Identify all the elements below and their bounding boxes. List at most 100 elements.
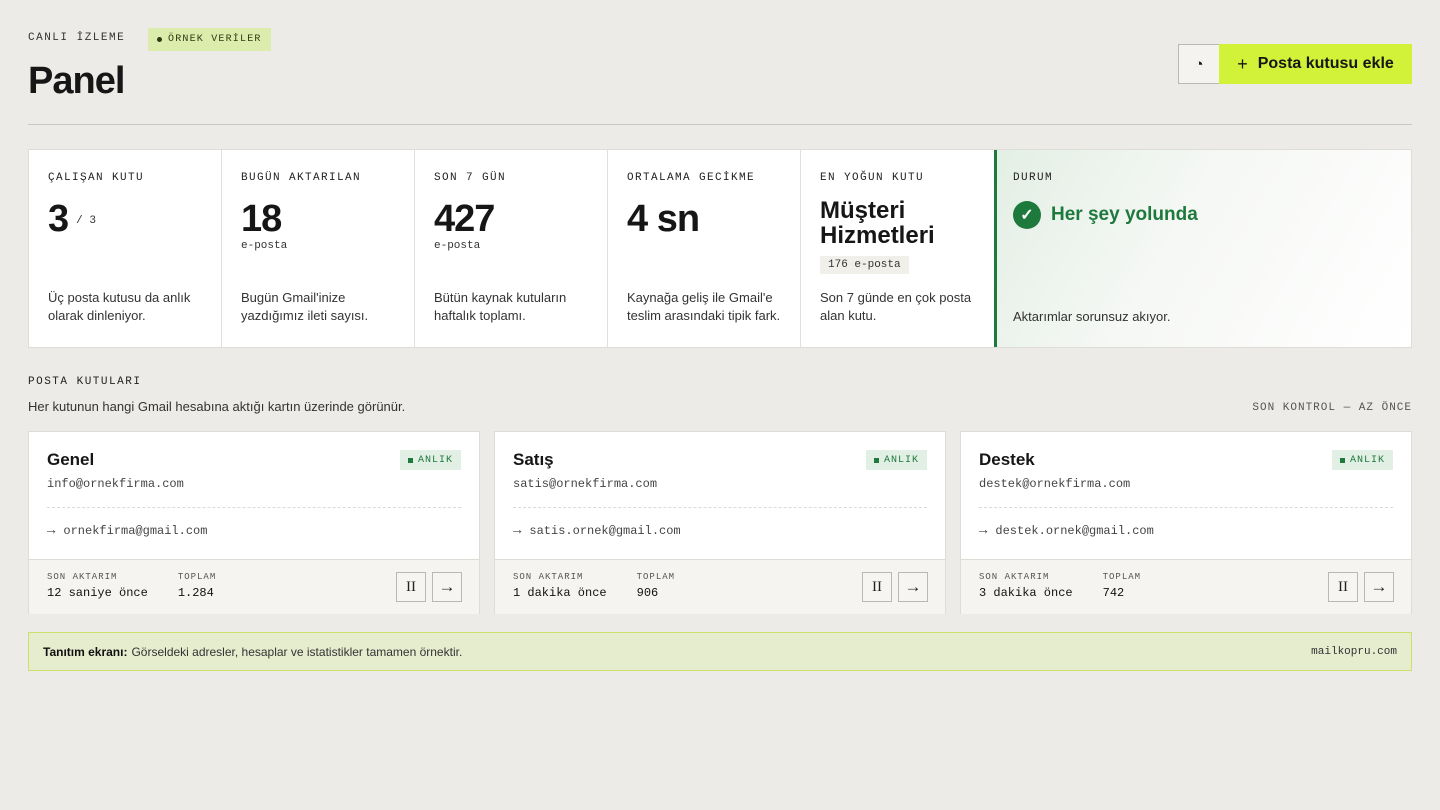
stat-label: BUGÜN AKTARILAN	[241, 172, 362, 184]
target-gmail: → ornekfirma@gmail.com	[47, 523, 461, 539]
target-email: destek.ornek@gmail.com	[995, 524, 1154, 538]
pause-button[interactable]: II	[862, 572, 892, 602]
mailbox-card-satis: Satış ANLIK satis@ornekfirma.com → satis.…	[494, 431, 946, 614]
card-header: Satış ANLIK satis@ornekfirma.com → satis.…	[495, 432, 945, 559]
total-count: TOPLAM 906	[637, 572, 675, 614]
last-transfer: SON AKTARIM 3 dakika önce	[979, 572, 1073, 614]
stat-average-latency: ORTALAMA GECİKME 4 sn Kaynağa geliş ile …	[608, 150, 801, 347]
stat-running-boxes: ÇALIŞAN KUTU 3 / 3 Üç posta kutusu da anl…	[29, 150, 222, 347]
stat-number: 3	[48, 198, 69, 240]
total-value: 906	[636, 586, 659, 600]
source-email: info@ornekfirma.com	[47, 477, 184, 491]
refresh-button[interactable]: ◔	[1178, 44, 1220, 84]
pause-icon: II	[406, 578, 416, 595]
site-domain-link[interactable]: mailkopru.com	[1311, 646, 1397, 658]
source-email: satis@ornekfirma.com	[513, 477, 658, 491]
check-circle-icon: ✓	[1013, 201, 1041, 229]
stat-value: 3 / 3	[48, 200, 202, 240]
stat-description: Bütün kaynak kutuların haftalık toplamı.	[434, 290, 567, 323]
last-transfer-label: SON AKTARIM	[513, 572, 584, 582]
sample-badge-label: ÖRNEK VERİLER	[168, 34, 262, 45]
stat-value: Müşteri Hizmetleri	[820, 197, 935, 249]
arrow-right-icon: →	[47, 523, 56, 539]
live-monitoring-label: CANLI İZLEME	[28, 32, 126, 44]
arrow-right-icon: →	[513, 523, 522, 539]
stat-description: Bugün Gmail'inize yazdığımız ileti sayıs…	[241, 290, 369, 323]
mailbox-name: Satış	[513, 450, 554, 469]
open-mailbox-button[interactable]: →	[1364, 572, 1394, 602]
card-footer: SON AKTARIM 12 saniye önce TOPLAM 1.284 …	[29, 559, 479, 614]
mailbox-card-genel: Genel ANLIK info@ornekfirma.com → ornekfi…	[28, 431, 480, 614]
section-description: Her kutunun hangi Gmail hesabına aktığı …	[28, 399, 406, 414]
mailbox-name: Genel	[47, 450, 95, 469]
card-footer: SON AKTARIM 3 dakika önce TOPLAM 742 II …	[961, 559, 1411, 614]
status-label: DURUM	[1013, 172, 1054, 184]
last-check-status: SON KONTROL — AZ ÖNCE	[1252, 402, 1412, 414]
divider	[513, 507, 927, 508]
stat-today-forwarded: BUGÜN AKTARILAN 18 e-posta Bugün Gmail'i…	[222, 150, 415, 347]
total-count: TOPLAM 1.284	[178, 572, 216, 614]
stat-denominator: / 3	[76, 214, 96, 227]
total-count: TOPLAM 742	[1103, 572, 1141, 614]
stat-label: ÇALIŞAN KUTU	[48, 172, 145, 184]
square-icon	[873, 457, 879, 463]
refresh-icon: ◔	[1194, 55, 1204, 73]
status-card: DURUM ✓ Her şey yolunda Aktarımlar sorun…	[994, 150, 1411, 347]
arrow-right-icon: →	[438, 577, 456, 596]
status-description: Aktarımlar sorunsuz akıyor.	[1013, 309, 1171, 324]
target-gmail: → destek.ornek@gmail.com	[979, 523, 1393, 539]
live-badge: ANLIK	[865, 450, 927, 470]
stats-panel: ÇALIŞAN KUTU 3 / 3 Üç posta kutusu da anl…	[28, 149, 1412, 348]
page-header: CANLI İZLEME ÖRNEK VERİLER Panel ◔ + Pos…	[28, 28, 1412, 125]
page-title: Panel	[28, 60, 125, 102]
add-mailbox-button[interactable]: + Posta kutusu ekle	[1219, 44, 1412, 84]
last-transfer-value: 1 dakika önce	[513, 586, 607, 600]
last-transfer-label: SON AKTARIM	[47, 572, 118, 582]
live-badge: ANLIK	[399, 450, 461, 470]
stat-value: 427	[434, 198, 495, 240]
stat-label: ORTALAMA GECİKME	[627, 172, 756, 184]
divider	[47, 507, 461, 508]
stat-value: 4 sn	[627, 198, 700, 240]
square-icon	[407, 457, 413, 463]
total-value: 742	[1102, 586, 1125, 600]
card-footer: SON AKTARIM 1 dakika önce TOPLAM 906 II …	[495, 559, 945, 614]
arrow-right-icon: →	[1370, 577, 1388, 596]
target-email: ornekfirma@gmail.com	[63, 524, 208, 538]
stat-last-7-days: SON 7 GÜN 427 e-posta Bütün kaynak kutul…	[415, 150, 608, 347]
pause-button[interactable]: II	[396, 572, 426, 602]
add-mailbox-label: Posta kutusu ekle	[1257, 55, 1394, 72]
stat-description: Kaynağa geliş ile Gmail'e teslim arasınd…	[627, 290, 781, 323]
total-label: TOPLAM	[636, 572, 676, 582]
plus-icon: +	[1237, 53, 1248, 74]
last-transfer-label: SON AKTARIM	[979, 572, 1050, 582]
pause-button[interactable]: II	[1328, 572, 1358, 602]
dot-icon	[157, 37, 162, 42]
status-text: Her şey yolunda	[1051, 204, 1198, 225]
source-email: destek@ornekfirma.com	[979, 477, 1131, 491]
demo-notice: Tanıtım ekranı: Görseldeki adresler, hes…	[28, 632, 1412, 671]
arrow-right-icon: →	[979, 523, 988, 539]
stat-description: Üç posta kutusu da anlık olarak dinleniy…	[48, 290, 191, 323]
pause-icon: II	[872, 578, 882, 595]
sample-data-badge: ÖRNEK VERİLER	[148, 28, 271, 51]
total-value: 1.284	[177, 586, 214, 600]
card-header: Destek ANLIK destek@ornekfirma.com → dest…	[961, 432, 1411, 559]
mailbox-name: Destek	[979, 450, 1035, 469]
total-label: TOPLAM	[177, 572, 217, 582]
last-transfer-value: 12 saniye önce	[47, 586, 148, 600]
stat-unit: e-posta	[434, 240, 481, 252]
mailbox-card-destek: Destek ANLIK destek@ornekfirma.com → dest…	[960, 431, 1412, 614]
target-email: satis.ornek@gmail.com	[529, 524, 681, 538]
pause-icon: II	[1338, 578, 1348, 595]
stat-unit: e-posta	[241, 240, 288, 252]
demo-notice-title: Tanıtım ekranı:	[43, 644, 128, 659]
last-transfer-value: 3 dakika önce	[979, 586, 1073, 600]
divider	[979, 507, 1393, 508]
last-transfer: SON AKTARIM 1 dakika önce	[513, 572, 607, 614]
live-badge-label: ANLIK	[1349, 454, 1385, 466]
open-mailbox-button[interactable]: →	[432, 572, 462, 602]
open-mailbox-button[interactable]: →	[898, 572, 928, 602]
live-badge-label: ANLIK	[417, 454, 453, 466]
stat-label: EN YOĞUN KUTU	[820, 172, 925, 184]
